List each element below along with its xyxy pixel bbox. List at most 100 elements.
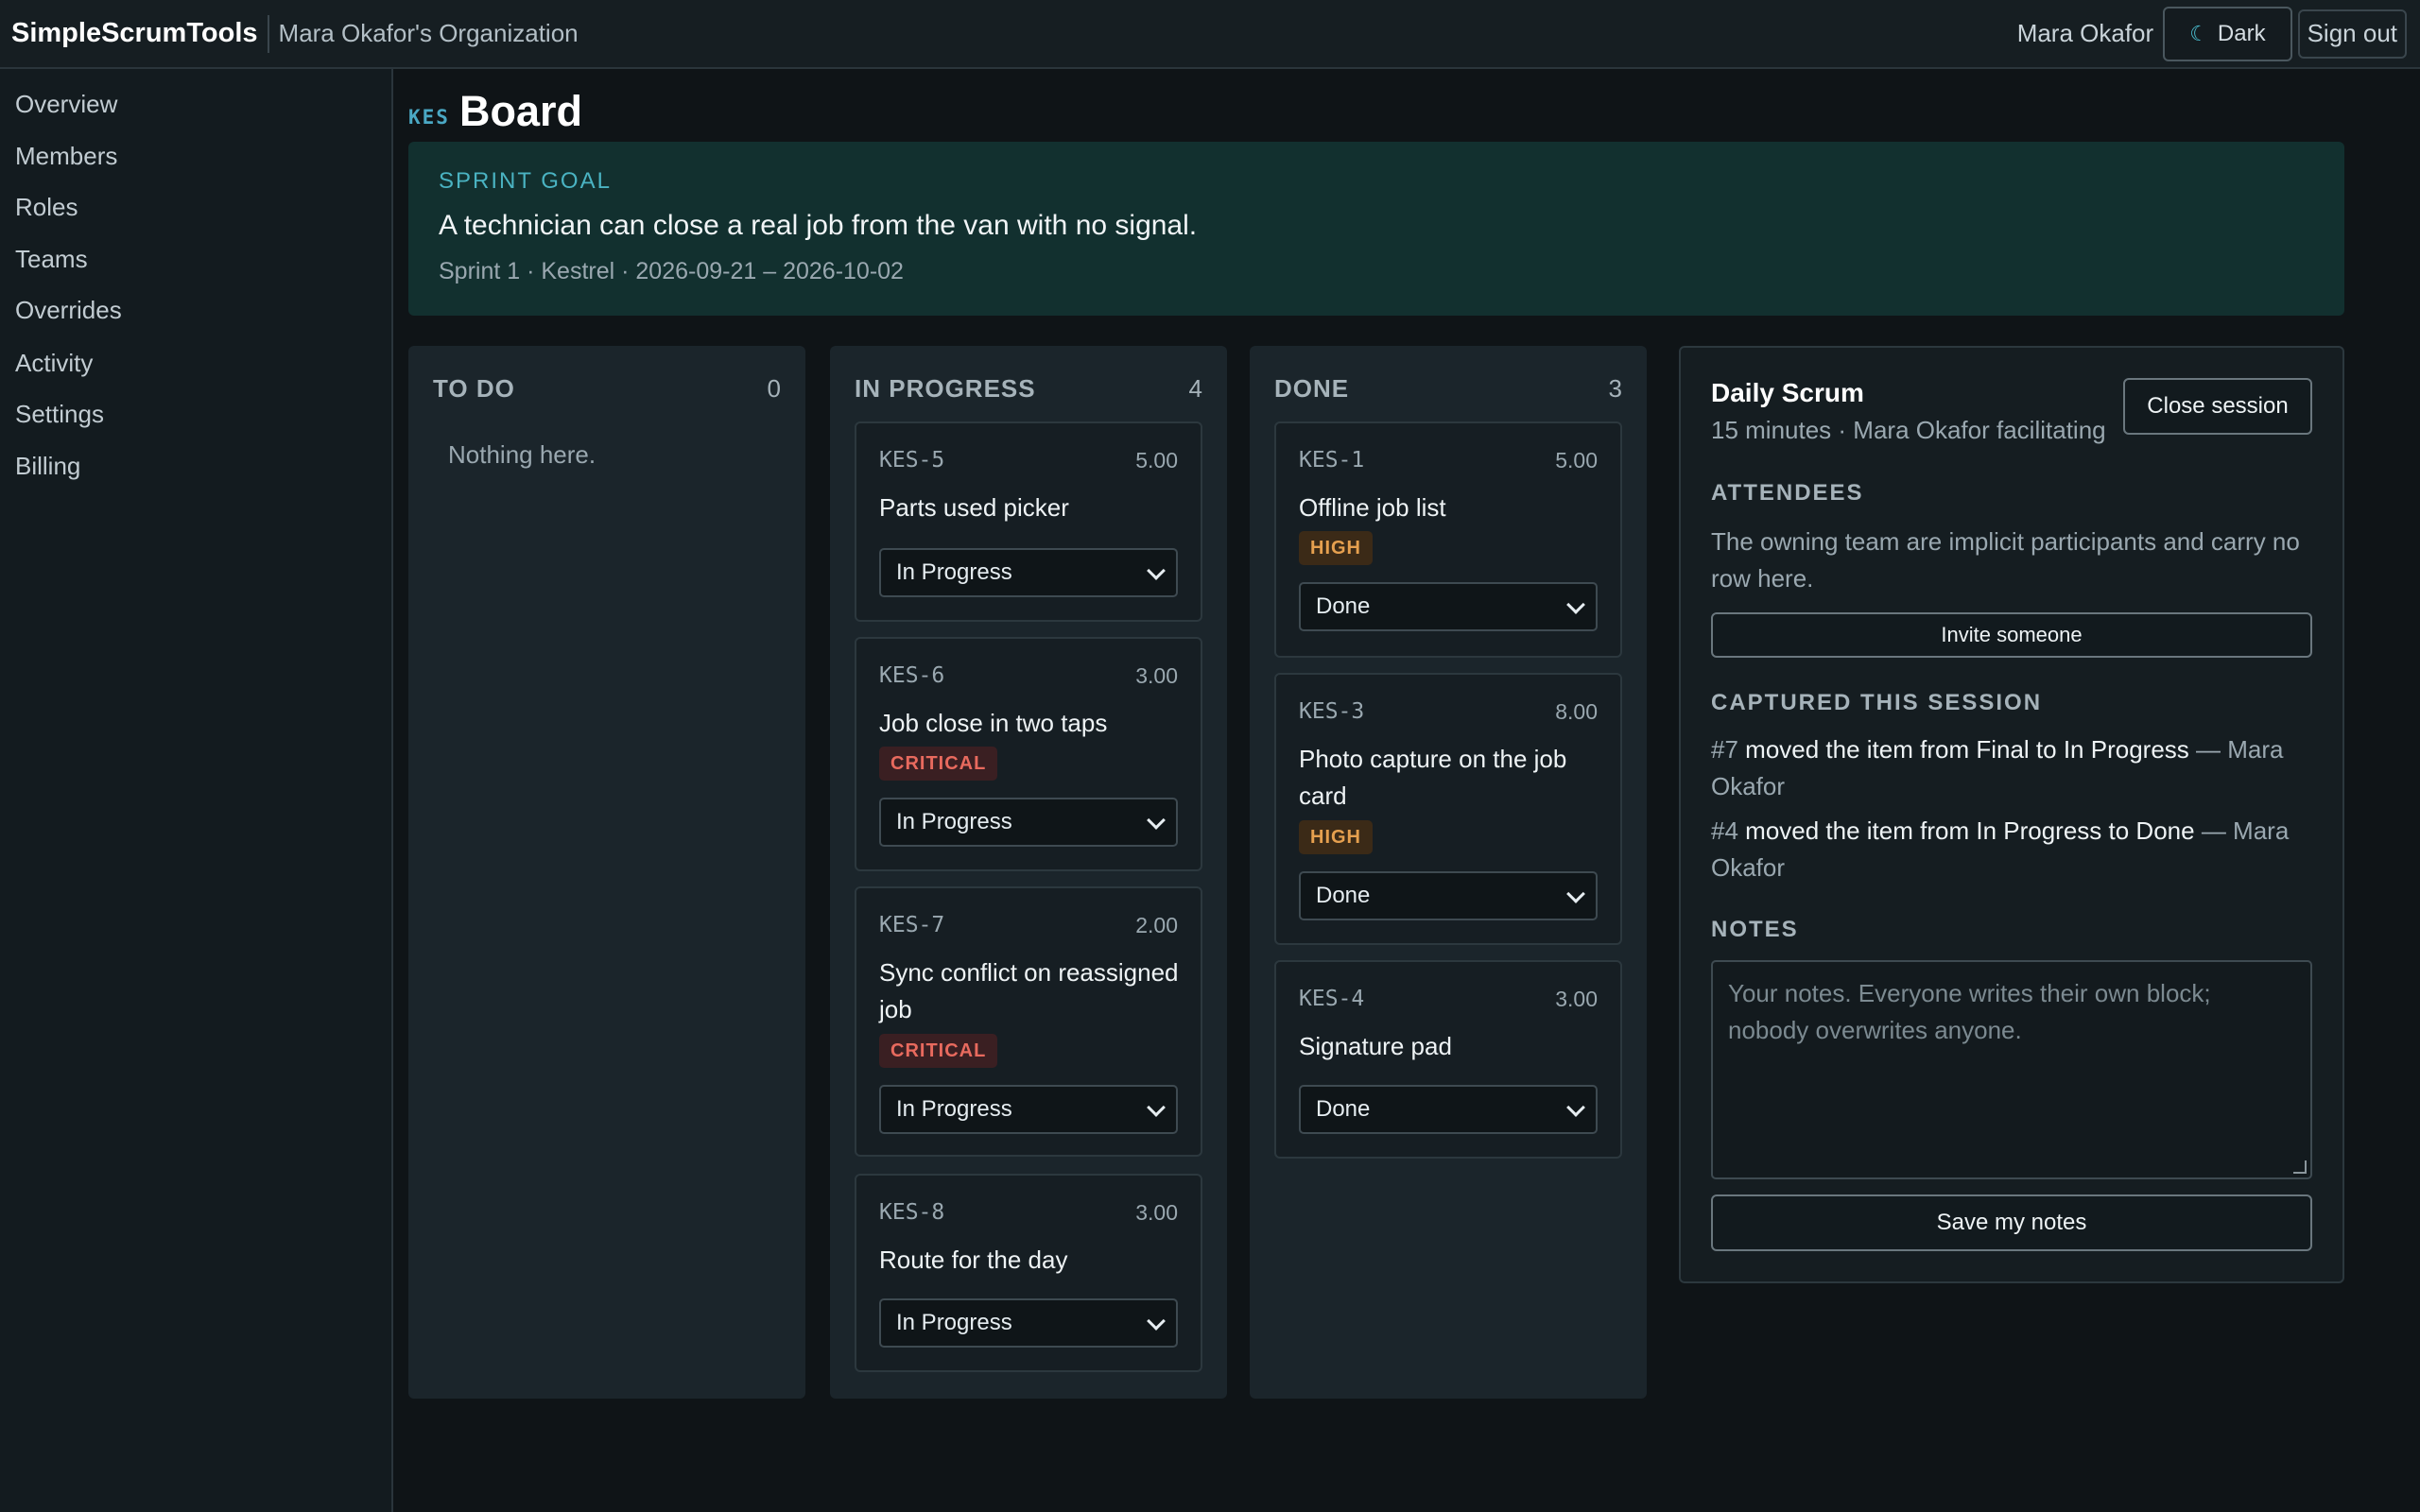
card-points: 3.00 (1135, 1200, 1178, 1225)
daily-scrum-panel: Daily Scrum 15 minutes · Mara Okafor fac… (1679, 346, 2344, 1283)
captured-item: #7 moved the item from Final to In Progr… (1711, 731, 2316, 805)
status-select-value: In Progress (896, 809, 1012, 834)
sidebar-item-teams[interactable]: Teams (15, 245, 88, 274)
sidebar-item-overview[interactable]: Overview (15, 90, 117, 119)
card-kes-1[interactable]: KES-1 5.00 Offline job list HIGH Done (1274, 421, 1622, 658)
card-kes-8[interactable]: KES-8 3.00 Route for the day In Progress (855, 1174, 1202, 1372)
card-points: 2.00 (1135, 913, 1178, 937)
card-title[interactable]: Parts used picker (879, 490, 1191, 526)
card-kes-6[interactable]: KES-6 3.00 Job close in two taps CRITICA… (855, 637, 1202, 871)
captured-item-ref[interactable]: #4 (1711, 816, 1738, 845)
status-select-value: Done (1316, 593, 1371, 619)
chevron-down-icon (1147, 811, 1166, 830)
card-key: KES-1 (1299, 448, 1365, 472)
notes-textarea[interactable]: Your notes. Everyone writes their own bl… (1711, 960, 2312, 1179)
sidebar-item-members[interactable]: Members (15, 142, 117, 171)
chevron-down-icon (1147, 1098, 1166, 1117)
user-name: Mara Okafor (2016, 19, 2154, 47)
card-key: KES-4 (1299, 987, 1365, 1011)
status-select[interactable]: Done (1299, 1085, 1598, 1134)
card-title[interactable]: Offline job list (1299, 490, 1611, 526)
status-select-value: In Progress (896, 1310, 1012, 1335)
attendees-text: The owning team are implicit participant… (1711, 527, 2300, 593)
invite-someone-button[interactable]: Invite someone (1711, 612, 2312, 658)
notes-placeholder: Your notes. Everyone writes their own bl… (1728, 979, 2211, 1044)
status-select[interactable]: In Progress (879, 548, 1178, 597)
status-select-value: Done (1316, 883, 1371, 908)
sprint-goal-banner: SPRINT GOAL A technician can close a rea… (408, 142, 2344, 316)
captured-item: #4 moved the item from In Progress to Do… (1711, 813, 2316, 886)
close-session-button[interactable]: Close session (2123, 378, 2312, 435)
column-title: TO DO (433, 374, 515, 403)
column-count: 0 (767, 374, 781, 403)
card-points: 8.00 (1555, 699, 1598, 724)
column-count: 3 (1608, 374, 1622, 403)
empty-column-text: Nothing here. (448, 440, 596, 469)
sidebar-item-overrides[interactable]: Overrides (15, 296, 122, 325)
sprint-meta: Sprint 1 · Kestrel · 2026-09-21 – 2026-1… (439, 258, 904, 284)
sidebar-item-billing[interactable]: Billing (15, 452, 80, 481)
status-select[interactable]: Done (1299, 871, 1598, 920)
status-select-value: Done (1316, 1096, 1371, 1122)
card-kes-3[interactable]: KES-3 8.00 Photo capture on the job card… (1274, 673, 1622, 945)
chevron-down-icon (1566, 1098, 1585, 1117)
sign-out-button[interactable]: Sign out (2297, 9, 2407, 59)
card-key: KES-5 (879, 448, 945, 472)
sidebar: Overview Members Roles Teams Overrides A… (0, 69, 393, 1512)
card-title[interactable]: Route for the day (879, 1242, 1191, 1279)
priority-badge: HIGH (1299, 820, 1373, 854)
chevron-down-icon (1147, 1312, 1166, 1331)
column-title: IN PROGRESS (855, 374, 1036, 403)
theme-toggle-label: Dark (2217, 20, 2266, 46)
card-kes-7[interactable]: KES-7 2.00 Sync conflict on reassigned j… (855, 886, 1202, 1157)
column-todo: TO DO 0 Nothing here. (408, 346, 805, 1399)
sidebar-item-activity[interactable]: Activity (15, 349, 93, 378)
card-points: 5.00 (1135, 448, 1178, 472)
brand-logo[interactable]: SimpleScrumTools (11, 18, 258, 49)
sprint-goal-text: A technician can close a real job from t… (439, 210, 1198, 241)
save-notes-button[interactable]: Save my notes (1711, 1194, 2312, 1251)
resize-handle-icon[interactable] (2293, 1160, 2307, 1174)
status-select-value: In Progress (896, 559, 1012, 585)
card-title[interactable]: Signature pad (1299, 1028, 1611, 1065)
theme-toggle-button[interactable]: ☾ Dark (2163, 6, 2292, 61)
status-select[interactable]: In Progress (879, 798, 1178, 847)
daily-scrum-subtitle: 15 minutes · Mara Okafor facilitating (1711, 416, 2106, 444)
attendees-label: ATTENDEES (1711, 480, 1864, 506)
status-select-value: In Progress (896, 1096, 1012, 1122)
priority-badge: CRITICAL (879, 747, 998, 781)
card-kes-5[interactable]: KES-5 5.00 Parts used picker In Progress (855, 421, 1202, 622)
top-bar-actions: Mara Okafor ☾ Dark Sign out (2016, 6, 2407, 61)
column-count: 4 (1188, 374, 1202, 403)
sidebar-item-roles[interactable]: Roles (15, 193, 78, 222)
status-select[interactable]: In Progress (879, 1085, 1178, 1134)
captured-item-action: moved the item from Final to In Progress (1745, 735, 2189, 764)
priority-badge: HIGH (1299, 531, 1373, 565)
card-title[interactable]: Job close in two taps (879, 705, 1191, 742)
card-key: KES-8 (879, 1200, 945, 1225)
top-bar: SimpleScrumTools Mara Okafor's Organizat… (0, 0, 2420, 69)
column-done: DONE 3 KES-1 5.00 Offline job list HIGH … (1250, 346, 1647, 1399)
notes-label: NOTES (1711, 917, 1799, 942)
priority-badge: CRITICAL (879, 1034, 998, 1068)
brand-divider (267, 14, 269, 53)
status-select[interactable]: Done (1299, 582, 1598, 631)
card-key: KES-6 (879, 663, 945, 688)
captured-item-ref[interactable]: #7 (1711, 735, 1738, 764)
card-title[interactable]: Sync conflict on reassigned job (879, 954, 1191, 1028)
sidebar-item-settings[interactable]: Settings (15, 400, 104, 429)
card-title[interactable]: Photo capture on the job card (1299, 741, 1611, 815)
chevron-down-icon (1566, 595, 1585, 614)
captured-item-action: moved the item from In Progress to Done (1745, 816, 2195, 845)
moon-icon: ☾ (2189, 21, 2208, 45)
chevron-down-icon (1566, 885, 1585, 903)
project-key: KES (408, 106, 450, 129)
card-key: KES-7 (879, 913, 945, 937)
status-select[interactable]: In Progress (879, 1298, 1178, 1348)
column-in-progress: IN PROGRESS 4 KES-5 5.00 Parts used pick… (830, 346, 1227, 1399)
page-title: Board (459, 87, 583, 135)
card-points: 3.00 (1135, 663, 1178, 688)
organization-name[interactable]: Mara Okafor's Organization (279, 19, 579, 48)
card-kes-4[interactable]: KES-4 3.00 Signature pad Done (1274, 960, 1622, 1159)
captured-label: CAPTURED THIS SESSION (1711, 690, 2043, 715)
